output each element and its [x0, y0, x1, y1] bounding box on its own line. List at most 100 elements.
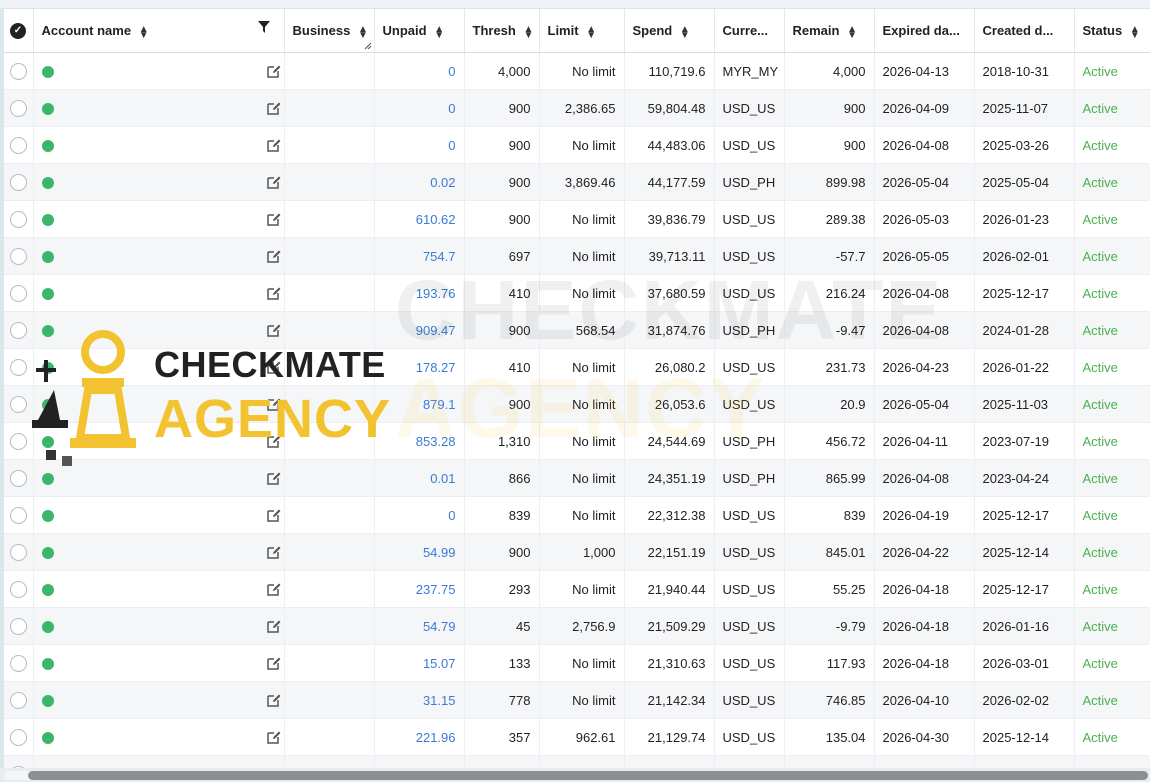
row-select-radio[interactable] — [10, 580, 27, 598]
row-select-cell[interactable] — [4, 459, 34, 497]
row-select-radio[interactable] — [10, 173, 27, 191]
row-select-cell[interactable] — [4, 681, 34, 719]
row-select-radio[interactable] — [10, 654, 27, 672]
column-header-status[interactable]: Status ▲ ▼ — [1074, 9, 1150, 53]
table-row[interactable]: 0 900 2,386.65 59,804.48 USD_US 900 2026-04-09… — [4, 89, 1150, 127]
table-row[interactable]: 0.02 900 3,869.46 44,177.59 USD_PH 899.98 2026… — [4, 163, 1150, 201]
row-select-cell[interactable] — [4, 274, 34, 312]
sort-icon[interactable]: ▲ ▼ — [680, 24, 690, 40]
unpaid-cell[interactable]: 31.15 — [374, 681, 465, 719]
row-select-radio[interactable] — [10, 395, 27, 413]
edit-icon[interactable] — [266, 63, 282, 79]
edit-icon[interactable] — [266, 544, 282, 560]
column-header-remain[interactable]: Remain ▲ ▼ — [784, 9, 875, 53]
edit-icon[interactable] — [266, 729, 282, 745]
table-row[interactable]: 178.27 410 No limit 26,080.2 USD_US 231.73 202… — [4, 348, 1150, 386]
unpaid-cell[interactable]: 0 — [374, 52, 465, 90]
unpaid-cell[interactable]: 193.76 — [374, 274, 465, 312]
row-select-cell[interactable] — [4, 52, 34, 90]
row-select-cell[interactable] — [4, 348, 34, 386]
edit-icon[interactable] — [266, 359, 282, 375]
edit-icon[interactable] — [266, 396, 282, 412]
table-row[interactable]: 0 839 No limit 22,312.38 USD_US 839 2026-04-19… — [4, 496, 1150, 534]
select-all-header[interactable]: ✓ — [4, 9, 34, 53]
row-select-cell[interactable] — [4, 422, 34, 460]
unpaid-cell[interactable]: 15.07 — [374, 644, 465, 682]
table-row[interactable]: 909.47 900 568.54 31,874.76 USD_PH -9.47 2026-… — [4, 311, 1150, 349]
unpaid-cell[interactable]: 178.27 — [374, 348, 465, 386]
unpaid-cell[interactable]: 610.62 — [374, 200, 465, 238]
edit-icon[interactable] — [266, 507, 282, 523]
check-circle-icon[interactable]: ✓ — [10, 22, 26, 39]
edit-icon[interactable] — [266, 433, 282, 449]
table-row[interactable]: 610.62 900 No limit 39,836.79 USD_US 289.38 20… — [4, 200, 1150, 238]
unpaid-cell[interactable]: 754.7 — [374, 237, 465, 275]
edit-icon[interactable] — [266, 692, 282, 708]
sort-icon[interactable]: ▲ ▼ — [434, 24, 444, 40]
edit-icon[interactable] — [266, 285, 282, 301]
table-row[interactable]: 54.79 45 2,756.9 21,509.29 USD_US -9.79 2026-0… — [4, 607, 1150, 645]
sort-icon[interactable]: ▲ ▼ — [586, 24, 596, 40]
row-select-cell[interactable] — [4, 237, 34, 275]
edit-icon[interactable] — [266, 100, 282, 116]
row-select-radio[interactable] — [10, 506, 27, 524]
row-select-cell[interactable] — [4, 126, 34, 164]
row-select-cell[interactable] — [4, 496, 34, 534]
column-header-account-name[interactable]: Account name ▲ ▼ — [33, 9, 285, 53]
horizontal-scrollbar[interactable] — [0, 768, 1150, 782]
table-row[interactable]: 237.75 293 No limit 21,940.44 USD_US 55.25 202… — [4, 570, 1150, 608]
table-row[interactable]: 193.76 410 No limit 37,680.59 USD_US 216.24 20… — [4, 274, 1150, 312]
unpaid-cell[interactable]: 0.01 — [374, 459, 465, 497]
row-select-radio[interactable] — [10, 358, 27, 376]
edit-icon[interactable] — [266, 248, 282, 264]
row-select-cell[interactable] — [4, 533, 34, 571]
unpaid-cell[interactable]: 0 — [374, 89, 465, 127]
sort-icon[interactable]: ▲ ▼ — [139, 24, 149, 40]
row-select-cell[interactable] — [4, 200, 34, 238]
column-header-limit[interactable]: Limit ▲ ▼ — [539, 9, 625, 53]
column-resize-icon[interactable] — [364, 42, 372, 50]
column-header-expired[interactable]: Expired da... — [874, 9, 975, 53]
column-header-created[interactable]: Created d... — [974, 9, 1075, 53]
filter-icon[interactable] — [257, 21, 270, 33]
table-row[interactable]: 15.07 133 No limit 21,310.63 USD_US 117.93 202… — [4, 644, 1150, 682]
unpaid-cell[interactable]: 853.28 — [374, 422, 465, 460]
edit-icon[interactable] — [266, 655, 282, 671]
table-row[interactable]: 54.99 900 1,000 22,151.19 USD_US 845.01 2026-0… — [4, 533, 1150, 571]
row-select-cell[interactable] — [4, 607, 34, 645]
row-select-radio[interactable] — [10, 247, 27, 265]
table-row[interactable]: 754.7 697 No limit 39,713.11 USD_US -57.7 2026… — [4, 237, 1150, 275]
sort-icon[interactable]: ▲ ▼ — [358, 24, 368, 40]
row-select-cell[interactable] — [4, 163, 34, 201]
row-select-cell[interactable] — [4, 89, 34, 127]
table-row[interactable]: 0.01 866 No limit 24,351.19 USD_PH 865.99 2026… — [4, 459, 1150, 497]
column-header-spend[interactable]: Spend ▲ ▼ — [624, 9, 715, 53]
row-select-cell[interactable] — [4, 644, 34, 682]
table-row[interactable]: 0 900 No limit 44,483.06 USD_US 900 2026-04-08… — [4, 126, 1150, 164]
table-row[interactable]: 0 4,000 No limit 110,719.6 MYR_MY 4,000 2026-0… — [4, 52, 1150, 90]
scrollbar-thumb[interactable] — [28, 771, 1148, 780]
unpaid-cell[interactable]: 879.1 — [374, 385, 465, 423]
sort-icon[interactable]: ▲ ▼ — [1130, 24, 1140, 40]
unpaid-cell[interactable]: 237.75 — [374, 570, 465, 608]
column-header-currency[interactable]: Curre... — [714, 9, 785, 53]
sort-icon[interactable]: ▲ ▼ — [847, 24, 857, 40]
row-select-radio[interactable] — [10, 136, 27, 154]
unpaid-cell[interactable]: 0 — [374, 126, 465, 164]
edit-icon[interactable] — [266, 322, 282, 338]
row-select-radio[interactable] — [10, 210, 27, 228]
row-select-radio[interactable] — [10, 691, 27, 709]
row-select-cell[interactable] — [4, 718, 34, 756]
column-header-thresh[interactable]: Thresh ▲ ▼ — [464, 9, 540, 53]
unpaid-cell[interactable]: 0.02 — [374, 163, 465, 201]
edit-icon[interactable] — [266, 470, 282, 486]
edit-icon[interactable] — [266, 174, 282, 190]
row-select-radio[interactable] — [10, 99, 27, 117]
column-header-business[interactable]: Business ▲ ▼ — [284, 9, 375, 53]
table-row[interactable]: 853.28 1,310 No limit 24,544.69 USD_PH 456.72… — [4, 422, 1150, 460]
row-select-cell[interactable] — [4, 385, 34, 423]
edit-icon[interactable] — [266, 618, 282, 634]
row-select-radio[interactable] — [10, 728, 27, 746]
table-row[interactable]: 221.96 357 962.61 21,129.74 USD_US 135.04 2026… — [4, 718, 1150, 756]
row-select-radio[interactable] — [10, 432, 27, 450]
